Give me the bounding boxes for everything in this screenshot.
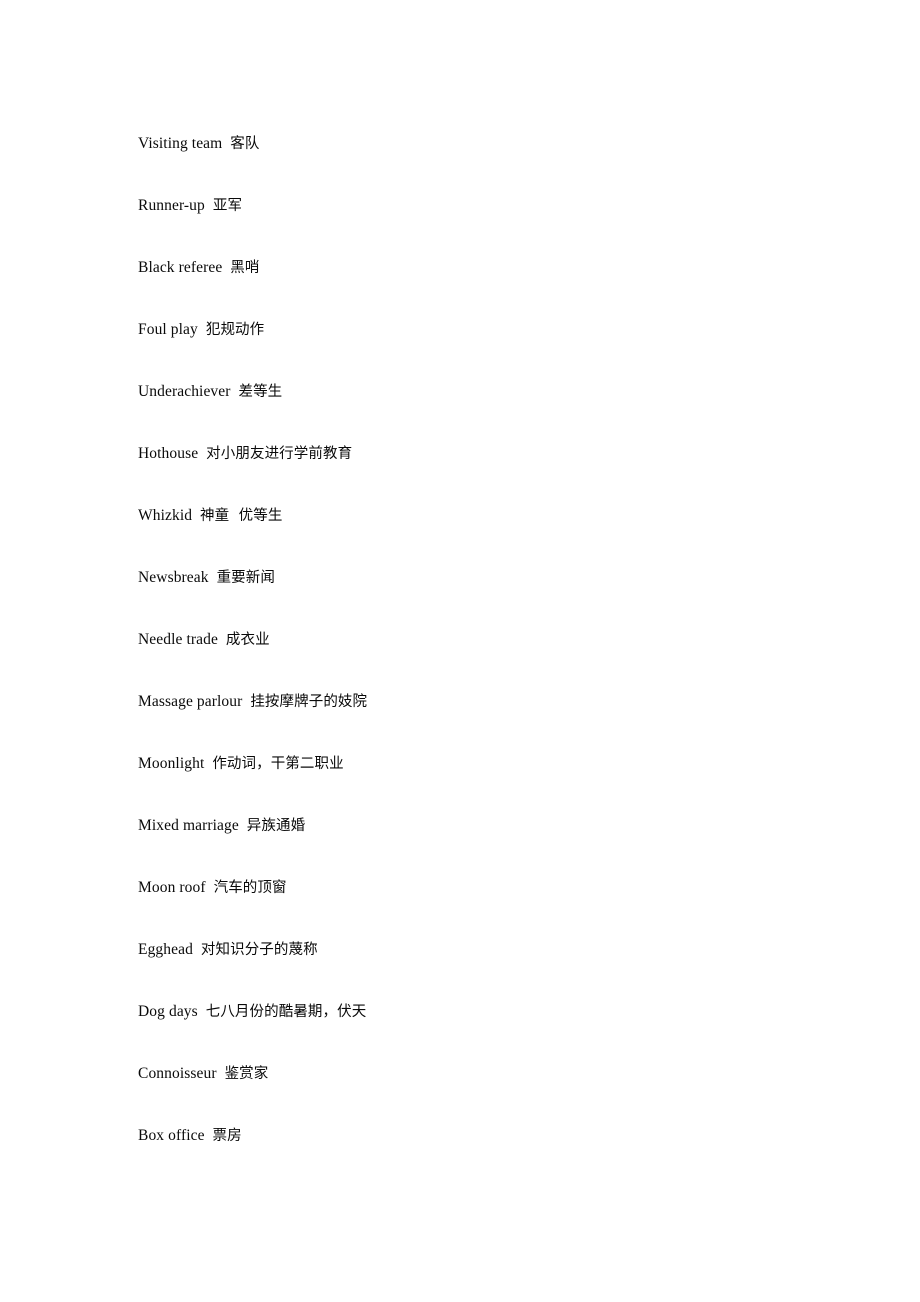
glossary-entry: Moonlight 作动词，干第二职业 [138,754,830,774]
glossary-entry: Connoisseur 鉴赏家 [138,1064,830,1084]
entry-gloss: 差等生 [238,384,283,400]
entry-gloss: 亚军 [212,198,243,214]
entry-gloss: 鉴赏家 [224,1066,269,1082]
entry-term: Connoisseur [138,1065,217,1082]
entry-gloss: 犯规动作 [205,322,265,338]
glossary-entry: Box office 票房 [138,1126,830,1146]
entry-term: Foul play [138,321,198,338]
entry-term: Dog days [138,1003,198,1020]
glossary-entry: Moon roof 汽车的顶窗 [138,878,830,898]
glossary-entry: Visiting team 客队 [138,134,830,154]
entry-separator [205,1127,213,1144]
entry-term: Egghead [138,941,193,958]
entry-separator [198,1003,206,1020]
entry-gloss: 成衣业 [225,632,270,648]
entry-gloss: 挂按摩牌子的妓院 [250,694,368,710]
entry-separator [239,817,247,834]
entry-separator [192,507,200,524]
glossary-entry: Hothouse 对小朋友进行学前教育 [138,444,830,464]
glossary-entry: Newsbreak 重要新闻 [138,568,830,588]
entry-term: Moonlight [138,755,205,772]
glossary-entry: Dog days 七八月份的酷暑期，伏天 [138,1002,830,1022]
entry-term: Box office [138,1127,205,1144]
entry-separator [218,631,226,648]
entry-gloss: 黑哨 [230,260,260,276]
entry-term: Mixed marriage [138,817,239,834]
entry-separator [198,321,206,338]
entry-gloss: 客队 [230,136,260,152]
entry-gloss: 作动词，干第二职业 [212,756,344,772]
glossary-entry: Black referee 黑哨 [138,258,830,278]
glossary-entry: Foul play 犯规动作 [138,320,830,340]
entry-gloss: 异族通婚 [246,818,306,834]
entry-term: Whizkid [138,507,193,524]
glossary-entry: Whizkid 神童 优等生 [138,506,830,526]
glossary-entry: Underachiever 差等生 [138,382,830,402]
glossary-entry: Egghead 对知识分子的蔑称 [138,940,830,960]
entry-term: Massage parlour [138,693,243,710]
entry-term: Underachiever [138,383,231,400]
entry-gloss: 汽车的顶窗 [213,880,287,896]
glossary-entry: Runner-up 亚军 [138,196,830,216]
entry-term: Visiting team [138,135,223,152]
entry-term: Hothouse [138,445,199,462]
entry-separator [193,941,201,958]
entry-gloss: 对小朋友进行学前教育 [206,446,353,462]
entry-term: Moon roof [138,879,206,896]
document-page: Visiting team 客队 Runner-up 亚军 Black refere… [0,0,920,1302]
entry-separator [206,879,214,896]
entry-gloss: 神童 优等生 [200,508,283,524]
entry-separator [198,445,206,462]
glossary-entry: Massage parlour 挂按摩牌子的妓院 [138,692,830,712]
glossary-entry: Mixed marriage 异族通婚 [138,816,830,836]
entry-term: Newsbreak [138,569,209,586]
entry-separator [217,1065,225,1082]
entry-gloss: 重要新闻 [216,570,275,586]
entry-gloss: 票房 [212,1128,242,1144]
entry-separator [205,197,213,214]
entry-term: Needle trade [138,631,218,648]
glossary-list: Visiting team 客队 Runner-up 亚军 Black refere… [138,134,830,1188]
entry-gloss: 对知识分子的蔑称 [200,942,318,958]
entry-term: Runner-up [138,197,205,214]
entry-separator [209,569,217,586]
entry-gloss: 七八月份的酷暑期，伏天 [205,1004,367,1020]
entry-term: Black referee [138,259,223,276]
glossary-entry: Needle trade 成衣业 [138,630,830,650]
